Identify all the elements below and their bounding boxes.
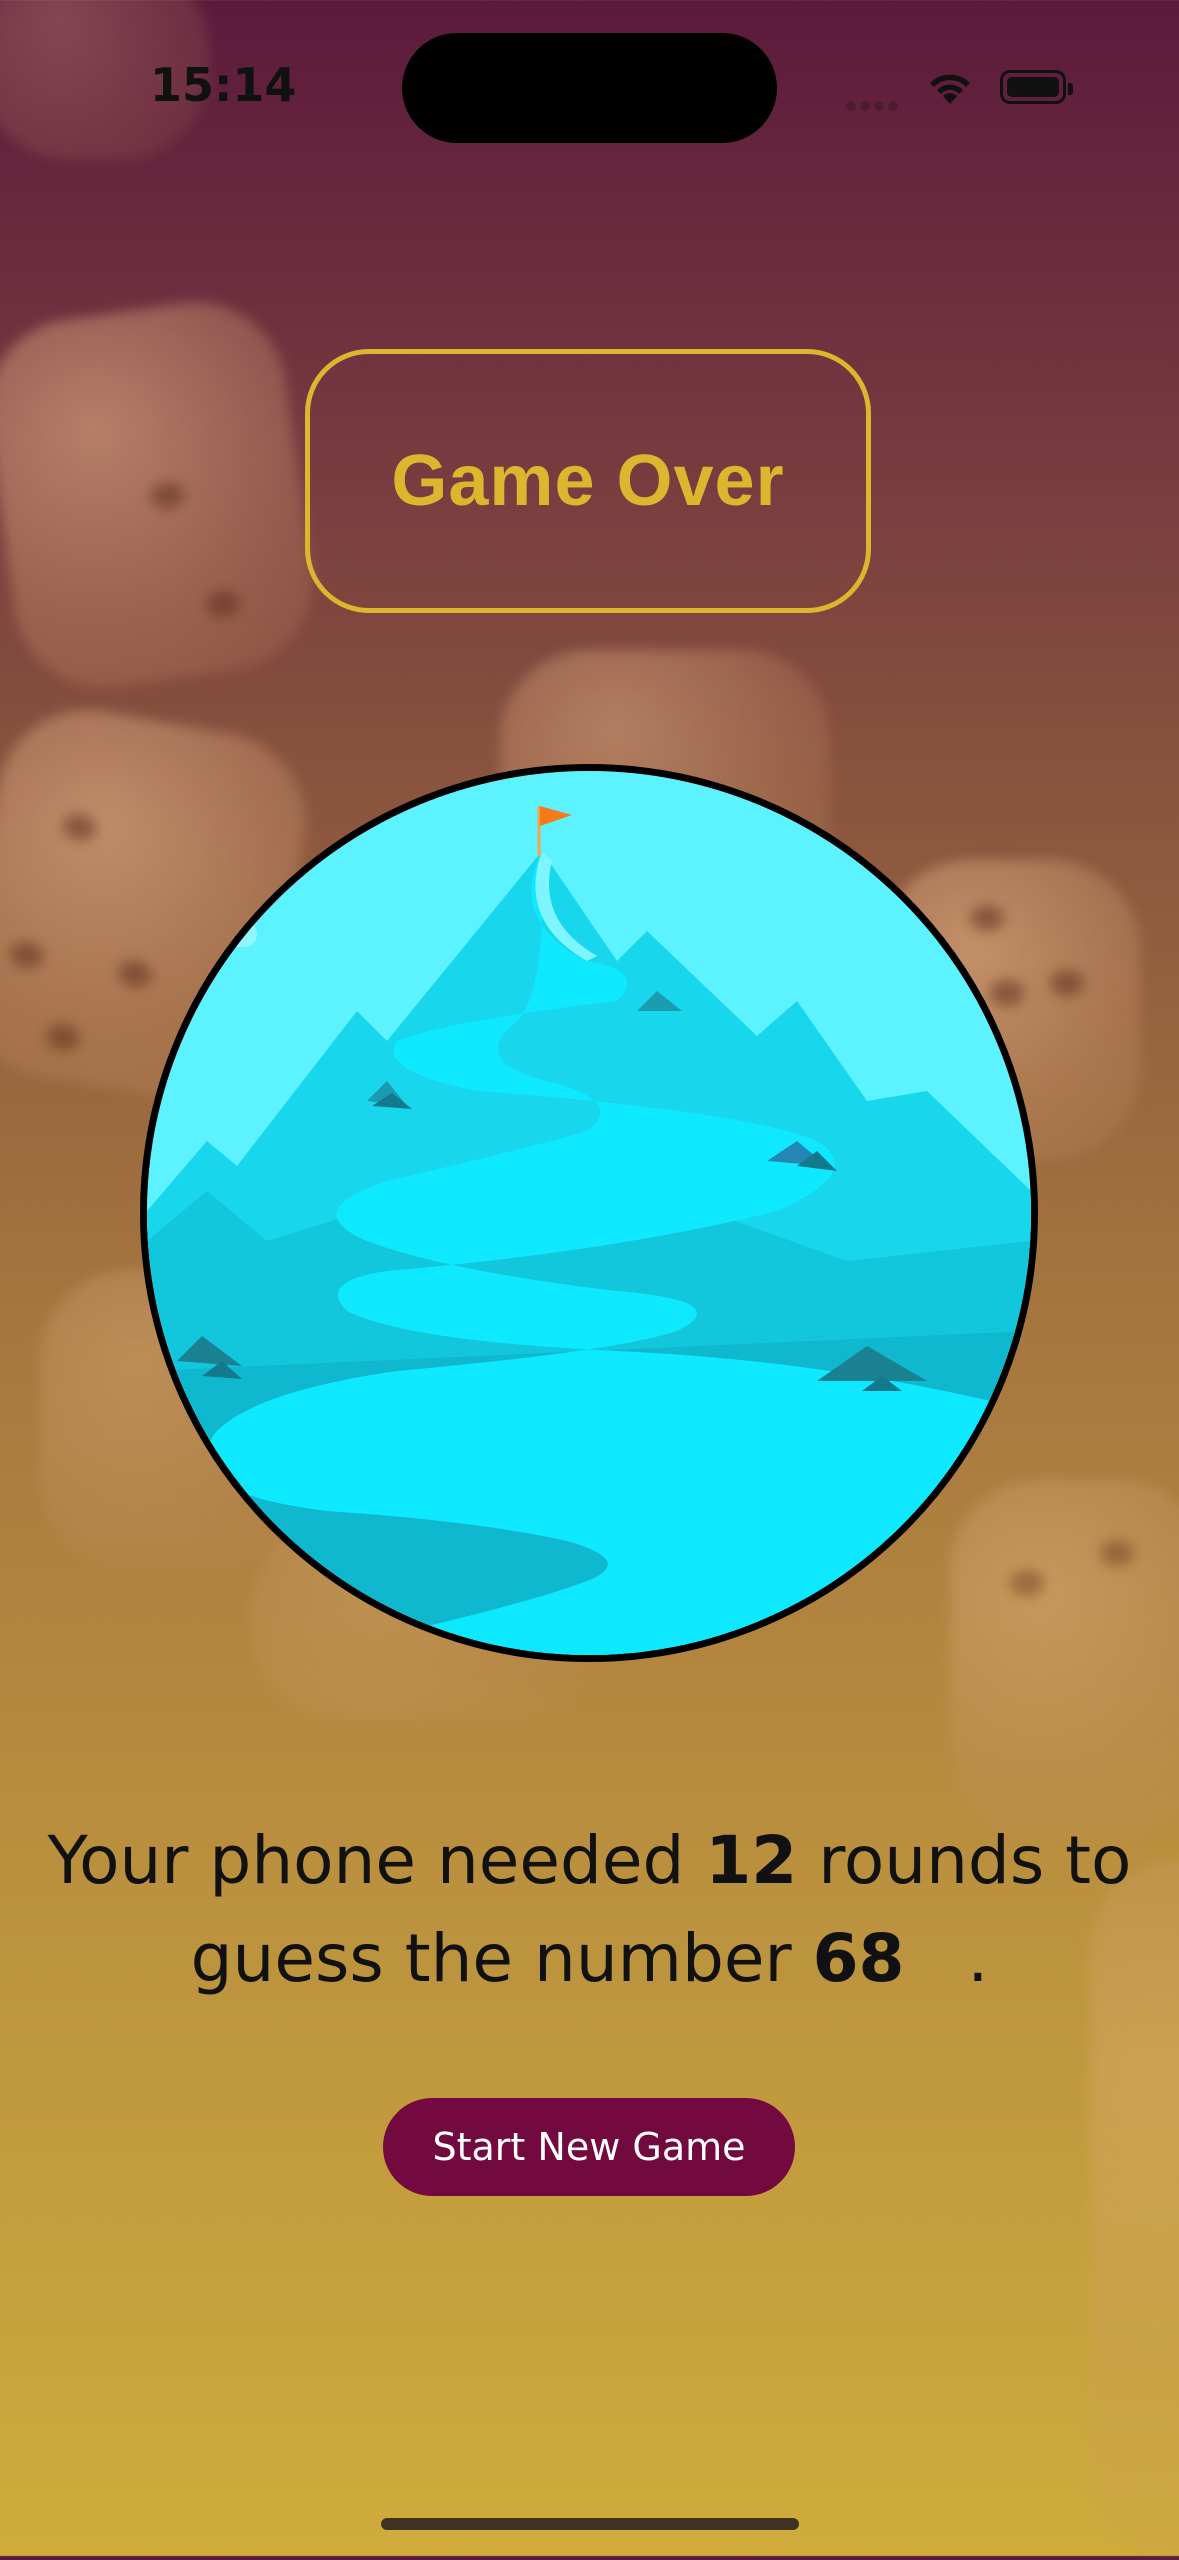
success-image bbox=[140, 764, 1038, 1662]
home-indicator[interactable] bbox=[381, 2518, 799, 2530]
guessed-number: 68 bbox=[812, 1920, 905, 1997]
wifi-icon bbox=[930, 74, 970, 104]
status-time: 15:14 bbox=[150, 58, 297, 112]
battery-icon bbox=[1000, 70, 1073, 104]
start-new-game-button[interactable]: Start New Game bbox=[383, 2098, 795, 2196]
cellular-signal-icon bbox=[846, 96, 902, 115]
dynamic-island bbox=[402, 33, 777, 143]
rounds-count: 12 bbox=[705, 1822, 798, 1899]
summary-suffix: . bbox=[904, 1920, 989, 1997]
page-title: Game Over bbox=[391, 441, 785, 521]
game-summary-text: Your phone needed 12 rounds to guess the… bbox=[40, 1812, 1139, 2008]
status-bar: 15:14 bbox=[0, 0, 1179, 170]
mountain-flag-illustration bbox=[147, 771, 1031, 1655]
summary-prefix: Your phone needed bbox=[47, 1822, 706, 1899]
game-over-title-box: Game Over bbox=[305, 349, 871, 613]
